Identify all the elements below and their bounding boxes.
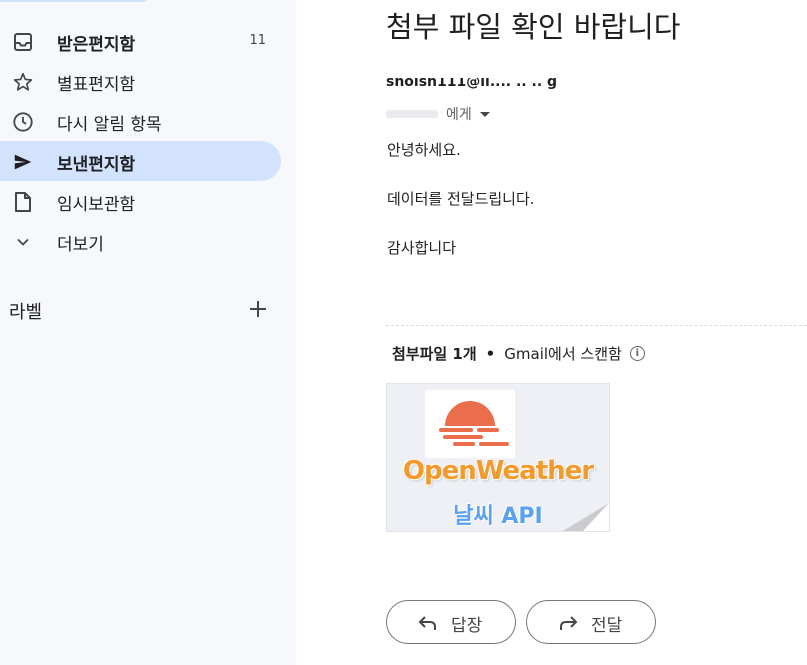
sun-logo-icon [425, 390, 515, 458]
sidebar-item-label: 별표편지함 [57, 75, 136, 95]
chevron-down-icon [12, 231, 34, 253]
sidebar-item-starred[interactable]: 별표편지함 [0, 61, 281, 101]
sidebar-item-sent[interactable]: 보낸편지함 [0, 141, 281, 181]
sidebar: 받은편지함 11 별표편지함 다시 알림 항목 보낸편지함 임시보관함 더보기 [0, 0, 296, 665]
reply-icon [417, 613, 439, 633]
scan-label: Gmail에서 스캔함 [504, 345, 622, 363]
compose-button-edge[interactable] [0, 0, 150, 2]
sidebar-item-more[interactable]: 더보기 [0, 221, 281, 261]
attachment-divider [386, 325, 807, 326]
sidebar-item-inbox[interactable]: 받은편지함 11 [0, 21, 281, 61]
info-icon[interactable]: i [629, 346, 645, 361]
body-line: 안녕하세요. [387, 141, 461, 159]
body-line: 데이터를 전달드립니다. [387, 190, 535, 208]
clock-icon [12, 111, 34, 133]
inbox-icon [12, 31, 34, 53]
plus-icon[interactable] [247, 298, 269, 320]
sidebar-item-label: 받은편지함 [57, 35, 136, 55]
forward-icon [557, 613, 579, 633]
recipient-line[interactable]: 에게 [386, 104, 490, 124]
sidebar-item-label: 보낸편지함 [57, 155, 136, 175]
recipient-redacted [386, 110, 438, 118]
forward-button[interactable]: 전달 [526, 600, 656, 644]
sender-address: shoish111@ll.... .. .. g [386, 78, 558, 90]
unread-count: 11 [249, 33, 266, 48]
star-icon [12, 71, 34, 93]
draft-icon [12, 191, 34, 213]
sidebar-item-label: 더보기 [57, 235, 104, 255]
reply-label: 답장 [451, 616, 483, 636]
sidebar-item-label: 임시보관함 [57, 195, 136, 215]
body-line: 감사합니다 [387, 239, 457, 257]
forward-label: 전달 [591, 616, 623, 636]
sidebar-item-label: 다시 알림 항목 [57, 115, 162, 135]
attachment-thumbnail[interactable]: OpenWeather 날씨 API [386, 383, 610, 532]
attachment-header: 첨부파일 1개 • Gmail에서 스캔함 i [392, 343, 645, 364]
separator-dot: • [485, 344, 496, 363]
caret-down-icon[interactable] [479, 111, 490, 117]
labels-section-title: 라벨 [9, 302, 43, 323]
attachment-count: 첨부파일 1개 [392, 345, 477, 363]
reply-button[interactable]: 답장 [386, 600, 516, 644]
brand-name: OpenWeather [402, 456, 594, 486]
recipient-suffix: 에게 [446, 107, 472, 123]
sidebar-item-drafts[interactable]: 임시보관함 [0, 181, 281, 221]
sidebar-item-snoozed[interactable]: 다시 알림 항목 [0, 101, 281, 141]
page-fold-icon [563, 503, 609, 531]
email-subject: 첨부 파일 확인 바랍니다 [386, 10, 681, 44]
send-icon [12, 151, 34, 173]
